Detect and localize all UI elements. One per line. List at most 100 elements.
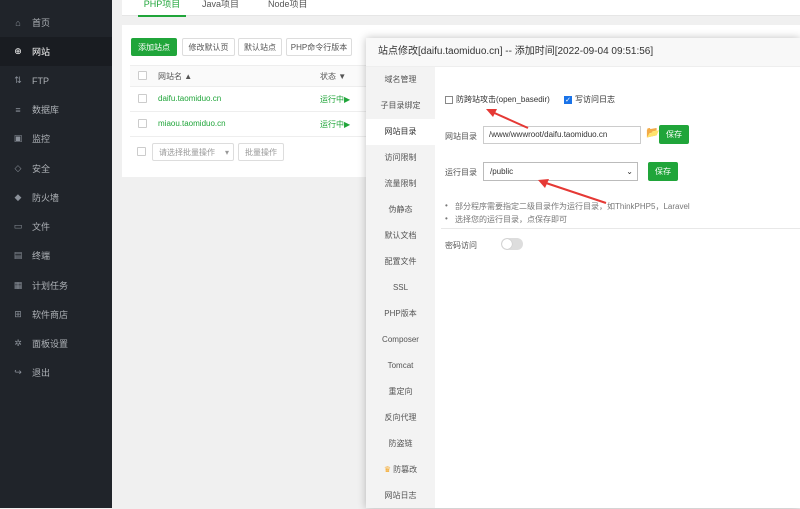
tab-node-project[interactable]: Node项目 [268,0,308,15]
menu-tamper-proof[interactable]: ♛ 防篡改 [366,457,435,483]
globe-icon: ⊕ [14,46,22,56]
modal-title: 站点修改[daifu.taomiduo.cn] -- 添加时间[2022-09-… [366,38,800,67]
sidebar: ⌂ 首页 ⊕ 网站 ⇅ FTP ≡ 数据库 ▣ 监控 ◇ 安全 ◆ 防火墙 ▭ 文件 ▤ 终端 ▦… [0,0,112,508]
menu-reverse-proxy[interactable]: 反向代理 [366,405,435,431]
sidebar-item-monitor[interactable]: ▣ 监控 [0,124,112,153]
divider [441,228,800,229]
settings-icon: ✲ [14,338,22,348]
run-dir-value: /public [490,167,514,176]
batch-operation-button[interactable]: 批量操作 [238,143,284,161]
password-access-toggle[interactable] [501,238,523,250]
chevron-down-icon: ⌄ [626,167,633,176]
col-status[interactable]: 状态 ▼ [320,71,346,82]
sidebar-item-website[interactable]: ⊕ 网站 [0,37,112,66]
tab-java-project[interactable]: Java项目 [202,0,239,15]
write-access-log-checkbox[interactable]: ✓ 写访问日志 [564,94,615,105]
save-run-dir-button[interactable]: 保存 [648,162,678,181]
sidebar-item-app-store[interactable]: ⊞ 软件商店 [0,300,112,329]
site-directory-content: 防跨站攻击(open_basedir) ✓ 写访问日志 网站目录 /www/www… [435,67,800,508]
menu-composer[interactable]: Composer [366,327,435,353]
sidebar-item-firewall[interactable]: ◆ 防火墙 [0,183,112,212]
anti-xss-label: 防跨站攻击(open_basedir) [456,95,550,104]
sidebar-item-label: 计划任务 [32,281,69,291]
sidebar-item-label: 面板设置 [32,339,69,349]
default-site-button[interactable]: 默认站点 [238,38,282,56]
sidebar-item-terminal[interactable]: ▤ 终端 [0,241,112,270]
site-status[interactable]: 运行中▶ [320,94,350,105]
home-icon: ⌂ [15,17,21,28]
password-access-label: 密码访问 [445,241,477,250]
sidebar-item-logout[interactable]: ↪ 退出 [0,358,112,387]
sidebar-item-label: 退出 [32,368,51,378]
menu-config-file[interactable]: 配置文件 [366,249,435,275]
sidebar-item-label: 首页 [32,18,51,28]
site-status[interactable]: 运行中▶ [320,119,350,130]
sidebar-item-home[interactable]: ⌂ 首页 [0,8,112,37]
sidebar-item-files[interactable]: ▭ 文件 [0,212,112,241]
col-site-name[interactable]: 网站名 ▲ [158,71,192,82]
sidebar-item-security[interactable]: ◇ 安全 [0,154,112,183]
shield-icon: ◇ [14,163,22,173]
tip-text: 部分程序需要指定二级目录作为运行目录，如ThinkPHP5，Laravel [455,202,690,211]
database-icon: ≡ [15,104,21,115]
sidebar-item-panel-settings[interactable]: ✲ 面板设置 [0,329,112,358]
menu-site-directory[interactable]: 网站目录 [366,119,435,145]
sidebar-item-cron[interactable]: ▦ 计划任务 [0,271,112,300]
checkbox-unchecked-icon [445,95,453,104]
menu-hotlink-protection[interactable]: 防盗链 [366,431,435,457]
bottom-select-all-checkbox[interactable] [137,147,146,156]
tab-php-project[interactable]: PHP项目 [138,0,186,17]
sidebar-item-label: 软件商店 [32,310,69,320]
row-checkbox[interactable] [138,94,147,103]
select-all-checkbox[interactable] [138,71,147,80]
sidebar-item-label: 监控 [32,134,51,144]
site-edit-modal: 站点修改[daifu.taomiduo.cn] -- 添加时间[2022-09-… [366,38,800,508]
monitor-icon: ▣ [13,133,23,143]
site-name-link[interactable]: miaou.taomiduo.cn [158,119,226,128]
tip-bullet-icon: • [445,214,448,223]
sidebar-item-label: 文件 [32,222,51,232]
sidebar-item-database[interactable]: ≡ 数据库 [0,95,112,124]
batch-select-text: 请选择批量操作 [159,148,215,157]
menu-site-log[interactable]: 网站日志 [366,483,435,509]
menu-tomcat[interactable]: Tomcat [366,353,435,379]
run-dir-select[interactable]: /public ⌄ [483,162,638,181]
php-cli-version-button[interactable]: PHP命令行版本 [286,38,352,56]
menu-redirect[interactable]: 重定向 [366,379,435,405]
crown-icon: ♛ [383,465,392,474]
checkbox-checked-icon: ✓ [564,95,572,104]
menu-default-document[interactable]: 默认文档 [366,223,435,249]
sidebar-item-label: 安全 [32,164,51,174]
menu-access-restriction[interactable]: 访问限制 [366,145,435,171]
batch-operation-select[interactable]: 请选择批量操作 ▾ [152,143,234,161]
terminal-icon: ▤ [13,250,23,260]
save-site-dir-button[interactable]: 保存 [659,125,689,144]
site-name-link[interactable]: daifu.taomiduo.cn [158,94,221,103]
toggle-knob [502,239,512,249]
menu-php-version[interactable]: PHP版本 [366,301,435,327]
ftp-icon: ⇅ [14,75,22,85]
menu-traffic-limit[interactable]: 流量限制 [366,171,435,197]
tip-bullet-icon: • [445,201,448,210]
menu-subdirectory-binding[interactable]: 子目录绑定 [366,93,435,119]
sidebar-item-label: 数据库 [32,105,60,115]
write-log-label: 写访问日志 [575,95,615,104]
row-checkbox[interactable] [138,119,147,128]
site-dir-input[interactable]: /www/wwwroot/daifu.taomiduo.cn [483,126,641,144]
folder-open-icon[interactable]: 📂 [646,126,660,139]
run-dir-label: 运行目录 [445,168,477,177]
folder-icon: ▭ [13,221,23,231]
menu-rewrite[interactable]: 伪静态 [366,197,435,223]
tip-text: 选择您的运行目录，点保存即可 [455,215,567,224]
modify-default-page-button[interactable]: 修改默认页 [182,38,235,56]
site-dir-label: 网站目录 [445,132,477,141]
anti-xss-checkbox[interactable]: 防跨站攻击(open_basedir) [445,94,550,105]
calendar-icon: ▦ [13,280,23,290]
sidebar-item-label: 防火墙 [32,193,60,203]
table-header: 网站名 ▲ 状态 ▼ [130,65,370,87]
sidebar-item-ftp[interactable]: ⇅ FTP [0,66,112,95]
menu-ssl[interactable]: SSL [366,275,435,301]
table-row: daifu.taomiduo.cn 运行中▶ [130,86,370,112]
menu-domain-management[interactable]: 域名管理 [366,67,435,93]
add-site-button[interactable]: 添加站点 [131,38,177,56]
